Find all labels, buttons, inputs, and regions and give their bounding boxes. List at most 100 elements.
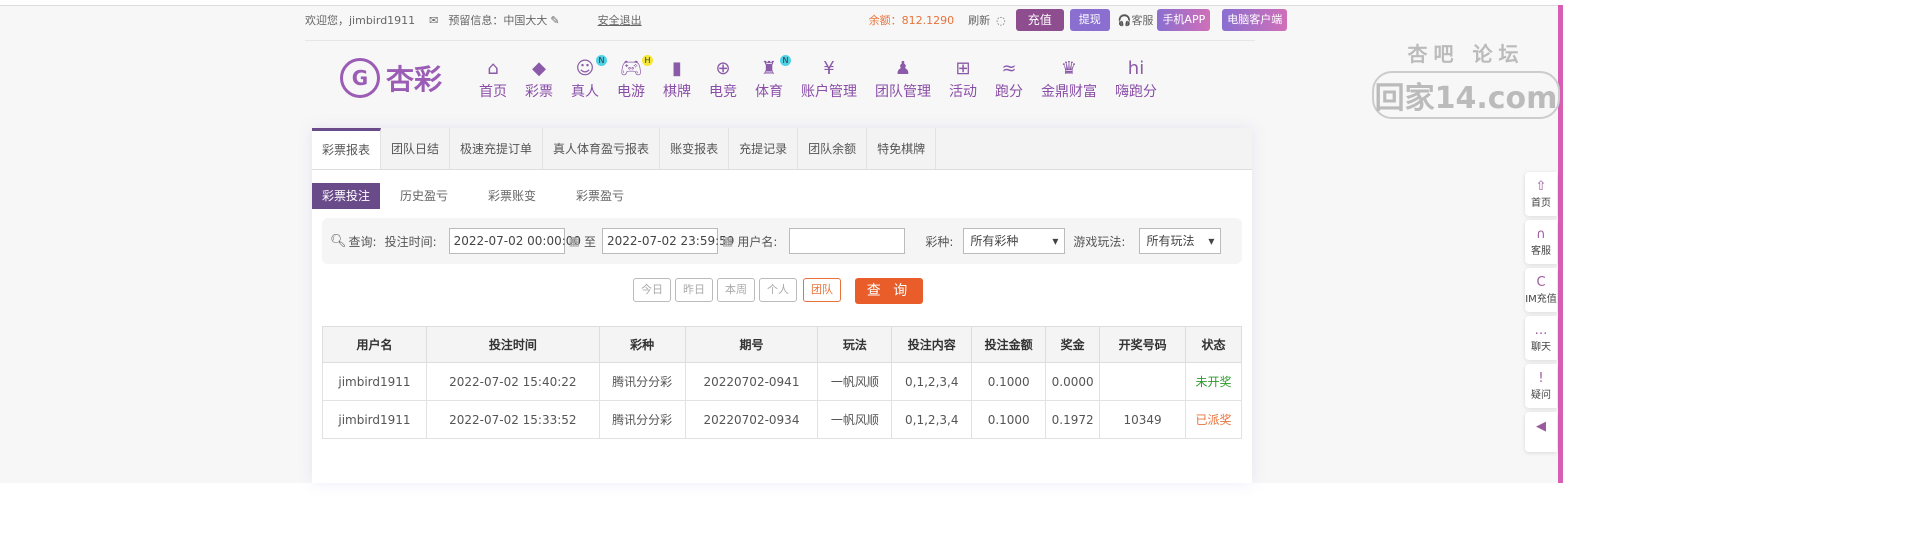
table-cell: 10349 (1099, 400, 1187, 439)
nav-label: 真人 (571, 84, 599, 100)
dealer-icon: ☺ (575, 58, 595, 79)
nav-item-4[interactable]: ▮ 棋牌 (663, 57, 691, 101)
table-row: jimbird1911 2022-07-02 15:33:52 腾讯分分彩 20220… (322, 400, 1242, 439)
sub-tabs: 彩票投注 历史盈亏 彩票账变 彩票盈亏 (312, 183, 1252, 209)
nav-label: 电竞 (709, 84, 737, 100)
controller-icon: ⊕ (715, 58, 731, 79)
nav-item-8[interactable]: ♟ 团队管理 (875, 57, 931, 101)
time-label: 投注时间: (384, 234, 437, 249)
nav-label: 账户管理 (801, 84, 857, 100)
edit-icon[interactable]: ✎ (550, 14, 559, 27)
nav-item-11[interactable]: ♛ 金鼎财富 (1041, 57, 1097, 101)
filter-bar: 🔍︎ 查询: 投注时间: 2022-07-02 00:00:00 ▦ 至 202… (322, 218, 1242, 264)
mobile-app-button[interactable]: 手机APP (1157, 9, 1211, 31)
table-cell: 0.0000 (1045, 362, 1101, 401)
play-label: 游戏玩法: (1073, 234, 1126, 249)
search-button[interactable]: 查 询 (855, 278, 923, 304)
logo-emblem-icon: G (340, 58, 380, 98)
start-time-input[interactable]: 2022-07-02 00:00:00 (448, 228, 581, 254)
logo[interactable]: G 杏彩 (340, 55, 470, 101)
sidebar-im[interactable]: C IM充值 (1525, 268, 1557, 312)
sidebar-alert[interactable]: ! 疑问 (1525, 364, 1557, 408)
ding-icon: ♛ (1060, 58, 1078, 79)
sidebar-headset[interactable]: ∩ 客服 (1525, 220, 1557, 264)
table-cell: 2022-07-02 15:33:52 (425, 400, 600, 439)
mail-icon[interactable]: ✉ (429, 14, 438, 27)
main-nav: G 杏彩 ⌂ 首页 ◆ 彩票 ☺ N 真人 🎮︎ H 电游 ▮ 棋牌 ⊕ 电竞 ♜ N 体育 ¥ 账户管理 ♟ 团队管理 ⊞… (340, 55, 1166, 101)
withdraw-button[interactable]: 提现 (1069, 9, 1110, 31)
nav-item-7[interactable]: ¥ 账户管理 (801, 57, 857, 101)
dropdown-arrow-icon: ▾ (1208, 234, 1215, 248)
nav-item-9[interactable]: ⊞ 活动 (949, 57, 977, 101)
nav-badge: N (780, 55, 791, 66)
table-cell: 2022-07-02 15:40:22 (425, 362, 600, 401)
subtab-1[interactable]: 历史盈亏 (390, 183, 458, 209)
nav-label: 首页 (479, 84, 507, 100)
sidebar-label: 客服 (1531, 245, 1551, 257)
subtab-3[interactable]: 彩票盈亏 (566, 183, 634, 209)
refresh-button[interactable]: 刷新 (968, 12, 990, 28)
balance: 余额：812.1290 (868, 14, 955, 27)
nav-label: 彩票 (525, 84, 553, 100)
sidebar-sound[interactable]: ◀ (1525, 412, 1557, 452)
nav-item-12[interactable]: hi 嗨跑分 (1115, 57, 1157, 101)
table-cell: 0.1972 (1045, 400, 1101, 439)
table-cell: jimbird1911 (322, 362, 427, 401)
reserved-info: 预留信息：中国大大 (448, 14, 548, 27)
tab-4[interactable]: 账变报表 (660, 128, 730, 169)
table-cell: 一帆风顺 (817, 400, 893, 439)
nav-label: 体育 (755, 84, 783, 100)
lottery-select[interactable]: 所有彩种 ▾ (963, 228, 1066, 254)
sidebar-chat[interactable]: … 聊天 (1525, 316, 1557, 360)
gift-icon: ⊞ (955, 58, 971, 79)
trophy-icon: ♜ (760, 58, 778, 79)
subtab-2[interactable]: 彩票账变 (478, 183, 546, 209)
chat-icon: … (1534, 322, 1548, 338)
sidebar-arrow-up[interactable]: ⇧ 首页 (1525, 172, 1557, 216)
quick-button-1[interactable]: 昨日 (675, 278, 713, 302)
nav-item-0[interactable]: ⌂ 首页 (479, 57, 507, 101)
end-time-input[interactable]: 2022-07-02 23:59:59 (601, 228, 734, 254)
nav-item-1[interactable]: ◆ 彩票 (525, 57, 553, 101)
home-icon: ⌂ (487, 58, 499, 79)
column-header: 投注时间 (425, 326, 600, 363)
bets-table: 用户名 投注时间 彩种 期号 玩法 投注内容 投注金额 奖金 开奖号码 状态 jimbird191… (322, 326, 1242, 439)
subtab-0[interactable]: 彩票投注 (312, 183, 381, 209)
sidebar-label: IM充值 (1525, 293, 1557, 305)
tab-3[interactable]: 真人体育盈亏报表 (543, 128, 661, 169)
calendar-icon[interactable]: ▦ (722, 234, 733, 248)
ticket-icon: ◆ (532, 58, 546, 79)
recharge-button[interactable]: 充值 (1015, 9, 1064, 31)
nav-item-3[interactable]: 🎮︎ H 电游 (617, 55, 653, 101)
report-tabs: 彩票报表 团队日结 极速充提订单 真人体育盈亏报表 账变报表 充提记录 团队余额 特免棋牌 (312, 128, 1252, 170)
column-header: 开奖号码 (1099, 326, 1187, 363)
quick-button-0[interactable]: 今日 (633, 278, 671, 302)
nav-item-6[interactable]: ♜ N 体育 (755, 55, 791, 101)
quick-button-2[interactable]: 本周 (717, 278, 755, 302)
tab-6[interactable]: 团队余额 (798, 128, 868, 169)
tab-0[interactable]: 彩票报表 (312, 128, 382, 169)
tab-7[interactable]: 特免棋牌 (867, 128, 937, 169)
rhino-icon: ≈ (1001, 58, 1017, 79)
sidebar-label: 首页 (1531, 197, 1551, 209)
tab-2[interactable]: 极速充提订单 (450, 128, 544, 169)
tab-5[interactable]: 充提记录 (729, 128, 799, 169)
nav-item-5[interactable]: ⊕ 电竞 (709, 57, 737, 101)
search-icon: 🔍︎ (330, 233, 347, 249)
username-input[interactable] (789, 228, 906, 254)
logout-link[interactable]: 安全退出 (598, 12, 642, 28)
calendar-icon[interactable]: ▦ (569, 234, 580, 248)
quick-button-3[interactable]: 个人 (759, 278, 797, 302)
pc-client-button[interactable]: 电脑客户端 (1222, 9, 1288, 31)
column-header: 玩法 (817, 326, 893, 363)
hide-eye-icon[interactable]: ◌ (996, 14, 1006, 27)
nav-item-2[interactable]: ☺ N 真人 (571, 55, 607, 101)
service-link[interactable]: 客服 (1131, 12, 1153, 28)
column-header: 用户名 (322, 326, 427, 363)
nav-item-10[interactable]: ≈ 跑分 (995, 57, 1023, 101)
username-label: 用户名: (737, 234, 778, 249)
table-cell: 0,1,2,3,4 (891, 400, 973, 439)
play-select[interactable]: 所有玩法 ▾ (1139, 228, 1222, 254)
tab-1[interactable]: 团队日结 (381, 128, 451, 169)
quick-button-4[interactable]: 团队 (803, 278, 841, 302)
